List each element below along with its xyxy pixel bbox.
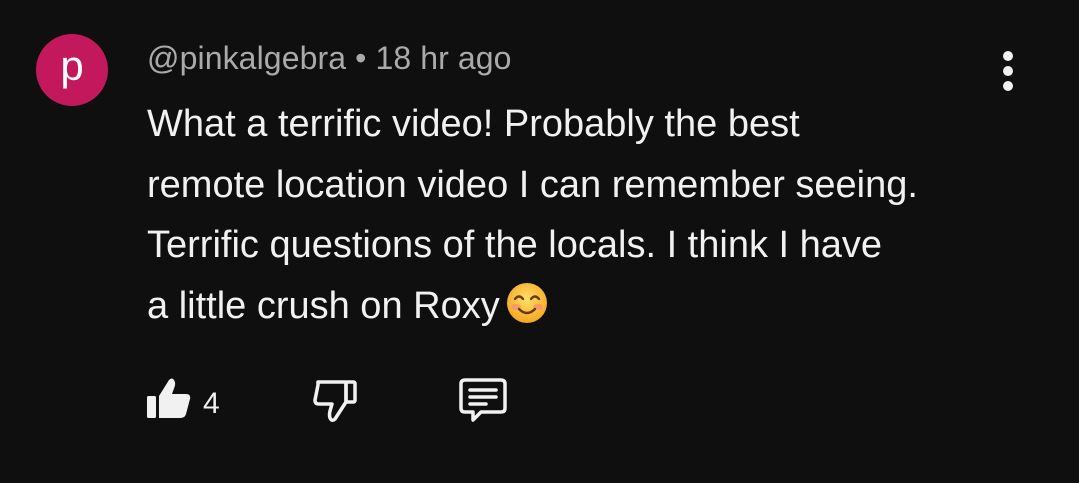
avatar[interactable]: p [36,34,108,106]
thumbs-up-icon [147,378,191,418]
reply-button[interactable] [457,376,509,424]
dislike-button[interactable] [311,376,359,424]
smiling-face-emoji-icon [506,282,548,343]
avatar-letter: p [60,42,84,89]
more-options-button[interactable] [988,48,1028,94]
comment-icon [459,378,507,422]
like-count: 4 [203,387,220,420]
author-handle[interactable]: @pinkalgebra [147,40,346,76]
like-button[interactable] [145,374,193,422]
comment-actions: 4 [145,374,545,426]
comment-text: What a terrific video! Probably the best… [147,94,1027,342]
timestamp[interactable]: 18 hr ago [375,40,511,76]
separator-dot: • [355,40,367,76]
thumbs-down-icon [313,380,357,423]
comment-header: @pinkalgebra • 18 hr ago [147,40,512,77]
more-vertical-icon [1003,51,1013,91]
comment-card: p @pinkalgebra • 18 hr ago What a terrific… [0,0,1079,483]
